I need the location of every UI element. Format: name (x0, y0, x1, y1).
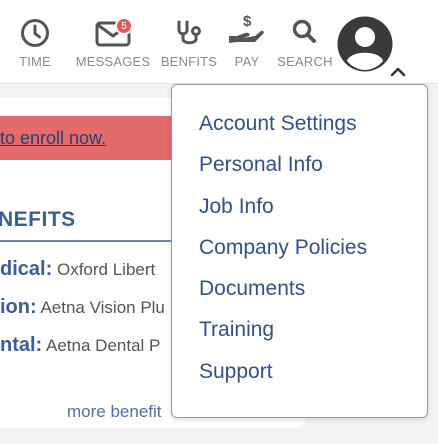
benefits-section-title: NEFITS (0, 208, 76, 231)
svg-text:$: $ (243, 13, 252, 30)
stethoscope-icon (174, 0, 204, 52)
envelope-icon: 5 (95, 0, 133, 52)
nav-time-label: TIME (19, 54, 51, 69)
benefit-plan: Aetna Dental P (46, 336, 161, 355)
nav-messages-label: MESSAGES (75, 54, 151, 69)
section-divider (0, 240, 190, 242)
message-count-badge: 5 (115, 17, 133, 35)
nav-benefits-label: BENFITS (160, 54, 218, 69)
benefit-plan: Oxford Libert (56, 260, 156, 279)
pay-hand-dollar-icon: $ (227, 0, 267, 52)
nav-time[interactable]: TIME (14, 0, 56, 84)
nav-benefits[interactable]: BENFITS (160, 0, 218, 84)
nav-messages[interactable]: 5 MESSAGES (74, 0, 152, 84)
menu-item-company-policies[interactable]: Company Policies (199, 236, 367, 260)
chevron-up-icon[interactable] (390, 64, 406, 82)
nav-search-label: SEARCH (277, 54, 333, 69)
benefit-type: ion: (0, 296, 37, 318)
nav-pay-label: PAY (234, 54, 260, 69)
menu-item-support[interactable]: Support (199, 360, 273, 384)
menu-item-account-settings[interactable]: Account Settings (199, 112, 357, 136)
benefit-plan: Aetna Vision Plu (40, 298, 165, 317)
nav-pay[interactable]: $ PAY (226, 0, 268, 84)
user-avatar-icon[interactable] (336, 15, 394, 73)
menu-item-personal-info[interactable]: Personal Info (199, 153, 323, 177)
top-navigation-bar: TIME 5 MESSAGES BENFITS $ PAY SEARCH (0, 0, 438, 84)
benefit-dental: ntal: Aetna Dental P (0, 334, 160, 357)
menu-item-documents[interactable]: Documents (199, 277, 305, 301)
benefit-vision: ion: Aetna Vision Plu (0, 296, 165, 319)
menu-item-job-info[interactable]: Job Info (199, 195, 274, 219)
nav-search[interactable]: SEARCH (274, 0, 336, 84)
benefit-type: ntal: (0, 334, 43, 356)
benefit-medical: dical: Oxford Libert (0, 258, 155, 281)
benefit-type: dical: (0, 258, 53, 280)
clock-icon (20, 0, 50, 52)
search-icon (291, 0, 319, 52)
menu-item-training[interactable]: Training (199, 318, 274, 342)
profile-dropdown-menu: Account Settings Personal Info Job Info … (171, 84, 428, 418)
enroll-link[interactable]: to enroll now. (0, 128, 106, 149)
more-benefits-link[interactable]: more benefit (67, 402, 162, 422)
